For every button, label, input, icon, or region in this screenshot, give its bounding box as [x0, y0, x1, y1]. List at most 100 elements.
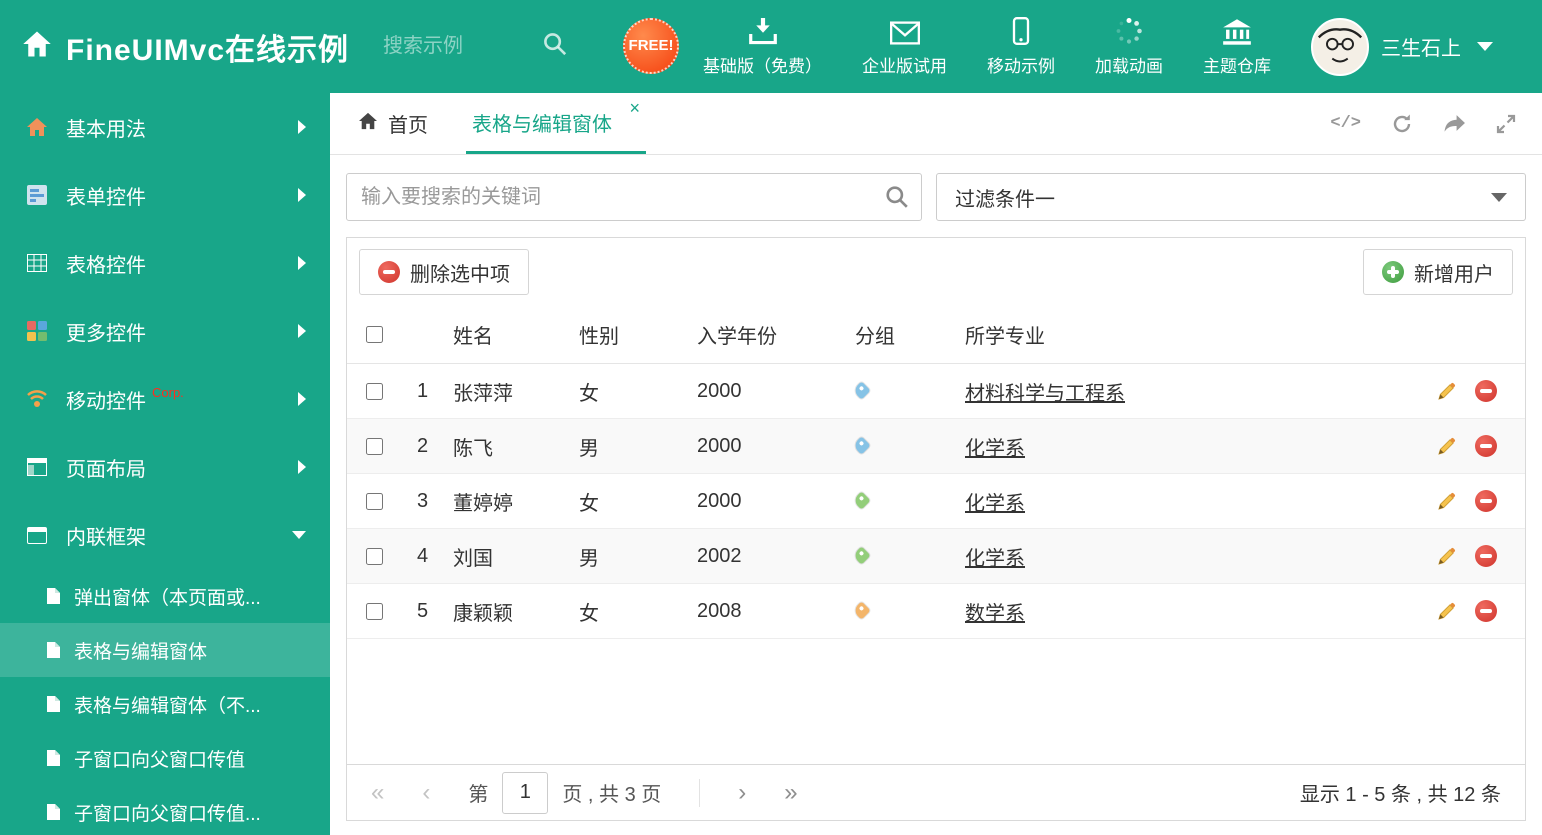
sidebar-item-label: 更多控件	[66, 322, 146, 345]
header-search	[383, 32, 567, 61]
first-page-icon[interactable]: «	[371, 780, 384, 805]
search-icon[interactable]	[543, 32, 567, 61]
table-row: 5 康颖颖 女 2008 数学系	[347, 584, 1525, 639]
delete-selected-button[interactable]: 删除选中项	[359, 249, 529, 295]
row-number: 1	[417, 379, 429, 402]
edit-icon[interactable]	[1436, 601, 1457, 622]
sidebar-subitem-child-to-parent[interactable]: 子窗口向父窗口传值	[0, 731, 330, 785]
refresh-icon[interactable]	[1391, 113, 1413, 134]
chevron-right-icon	[298, 460, 306, 474]
major-link[interactable]: 化学系	[965, 438, 1025, 460]
row-checkbox[interactable]	[365, 437, 383, 455]
sidebar-item-mobile-controls[interactable]: 移动控件 Corp.	[0, 365, 330, 433]
username: 三生石上	[1381, 38, 1462, 60]
delete-icon[interactable]	[1475, 490, 1497, 512]
major-link[interactable]: 材料科学与工程系	[965, 383, 1125, 405]
cell-actions	[1413, 545, 1525, 567]
next-page-icon[interactable]: ›	[738, 780, 746, 805]
minus-circle-icon	[378, 261, 400, 283]
sidebar-item-basic-usage[interactable]: 基本用法	[0, 93, 330, 161]
header-major[interactable]: 所学专业	[965, 320, 1413, 349]
sidebar-item-page-layout[interactable]: 页面布局	[0, 433, 330, 501]
header-name[interactable]: 姓名	[453, 320, 579, 349]
close-icon[interactable]: ×	[629, 99, 640, 117]
sidebar-item-form-controls[interactable]: 表单控件	[0, 161, 330, 229]
delete-icon[interactable]	[1475, 545, 1497, 567]
page-number-input[interactable]	[502, 771, 549, 814]
avatar	[1311, 17, 1370, 76]
search-icon[interactable]	[885, 185, 909, 214]
nav-item-label: 企业版试用	[862, 56, 948, 76]
sidebar-subitem-label: 表格与编辑窗体（不...	[74, 695, 261, 717]
filter-dropdown[interactable]: 过滤条件一	[936, 173, 1526, 221]
sidebar-subitem-popup-window[interactable]: 弹出窗体（本页面或...	[0, 569, 330, 623]
corp-badge: Corp.	[152, 384, 184, 400]
keyword-input[interactable]	[347, 174, 921, 220]
cell-gender: 男	[579, 547, 599, 570]
select-all-checkbox[interactable]	[365, 326, 383, 343]
home-tab-icon	[358, 112, 378, 136]
tab-home[interactable]: 首页	[348, 93, 438, 154]
expand-icon[interactable]	[1496, 114, 1516, 134]
sidebar-item-more-controls[interactable]: 更多控件	[0, 297, 330, 365]
delete-icon[interactable]	[1475, 435, 1497, 457]
major-link[interactable]: 数学系	[965, 603, 1025, 625]
header-gender[interactable]: 性别	[579, 320, 697, 349]
tag-icon	[852, 600, 871, 620]
tab-toolbar: </>	[1330, 93, 1516, 154]
prev-page-icon[interactable]: ‹	[422, 780, 430, 805]
table-filler	[347, 639, 1525, 764]
layout-icon	[24, 458, 50, 476]
last-page-icon[interactable]: »	[784, 780, 797, 805]
chevron-down-icon	[1491, 192, 1507, 202]
edit-icon[interactable]	[1436, 436, 1457, 457]
major-link[interactable]: 化学系	[965, 548, 1025, 570]
add-user-button[interactable]: 新增用户	[1363, 249, 1513, 295]
delete-icon[interactable]	[1475, 600, 1497, 622]
filter-row: 过滤条件一	[330, 155, 1542, 231]
sidebar-item-label: 页面布局	[66, 458, 146, 481]
chevron-right-icon	[298, 392, 306, 406]
filter-dropdown-value: 过滤条件一	[955, 188, 1055, 211]
row-checkbox[interactable]	[365, 602, 383, 620]
header-nav: FREE! 基础版（免费） 企业版试用 移动示例 加载动画 主题仓库	[623, 15, 1271, 79]
header-year[interactable]: 入学年份	[697, 320, 847, 349]
nav-item-basic-edition[interactable]: 基础版（免费）	[703, 15, 822, 79]
tab-grid-edit-window[interactable]: 表格与编辑窗体 ×	[466, 93, 646, 154]
edit-icon[interactable]	[1436, 381, 1457, 402]
sidebar-subitem-child-to-parent-2[interactable]: 子窗口向父窗口传值...	[0, 785, 330, 835]
nav-item-loading-animations[interactable]: 加载动画	[1095, 15, 1163, 79]
row-checkbox[interactable]	[365, 382, 383, 400]
sidebar-item-grid-controls[interactable]: 表格控件	[0, 229, 330, 297]
sidebar-subitem-grid-edit-window[interactable]: 表格与编辑窗体	[0, 623, 330, 677]
cell-name: 董婷婷	[453, 492, 513, 515]
nav-item-theme-store[interactable]: 主题仓库	[1203, 15, 1271, 79]
divider	[699, 778, 701, 807]
header-group[interactable]: 分组	[847, 320, 965, 349]
major-link[interactable]: 化学系	[965, 493, 1025, 515]
nav-item-enterprise-trial[interactable]: 企业版试用	[862, 15, 947, 79]
nav-item-label: 主题仓库	[1203, 56, 1272, 76]
share-icon[interactable]	[1443, 114, 1466, 133]
delete-icon[interactable]	[1475, 380, 1497, 402]
home-small-icon	[24, 117, 50, 137]
table-row: 4 刘国 男 2002 化学系	[347, 529, 1525, 584]
user-menu[interactable]: 三生石上	[1311, 17, 1494, 76]
sidebar-item-iframe[interactable]: 内联框架	[0, 501, 330, 569]
cell-year: 2000	[697, 379, 742, 402]
chevron-right-icon	[298, 188, 306, 202]
sidebar-subitem-grid-edit-window-2[interactable]: 表格与编辑窗体（不...	[0, 677, 330, 731]
file-icon	[46, 695, 61, 713]
edit-icon[interactable]	[1436, 546, 1457, 567]
header-search-input[interactable]	[383, 35, 544, 58]
cell-major: 材料科学与工程系	[965, 377, 1413, 406]
table-row: 1 张萍萍 女 2000 材料科学与工程系	[347, 364, 1525, 419]
brand[interactable]: FineUIMvc在线示例	[22, 25, 349, 69]
source-code-icon[interactable]: </>	[1330, 114, 1361, 133]
row-checkbox[interactable]	[365, 547, 383, 565]
edit-icon[interactable]	[1436, 491, 1457, 512]
cell-gender: 女	[579, 492, 599, 515]
row-checkbox[interactable]	[365, 492, 383, 510]
nav-item-mobile-demos[interactable]: 移动示例	[987, 15, 1055, 79]
chevron-down-icon	[292, 531, 306, 539]
